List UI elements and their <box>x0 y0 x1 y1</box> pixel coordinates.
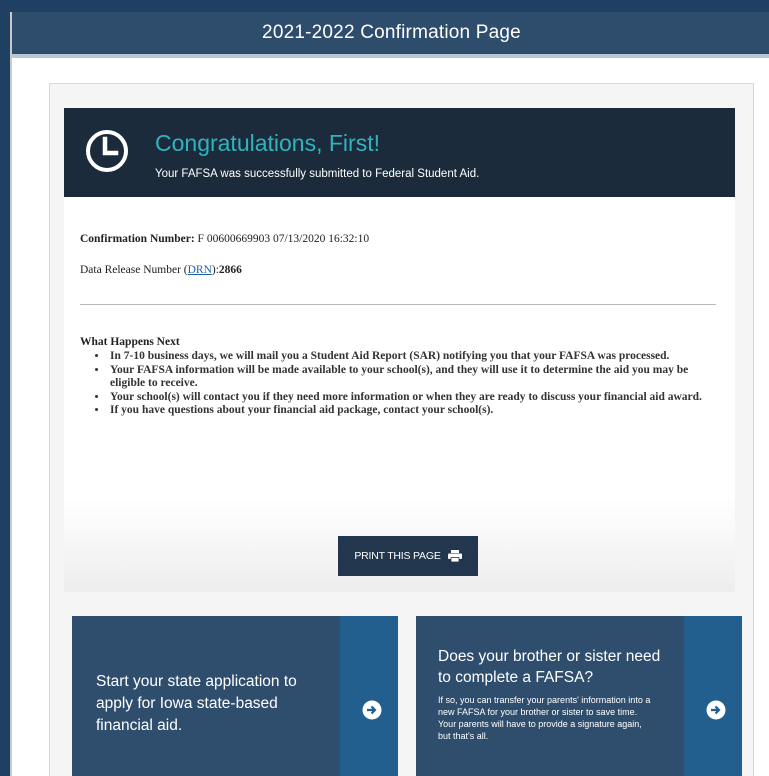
sibling-fafsa-heading: Does your brother or sister need to comp… <box>438 648 661 686</box>
confirmation-content: Congratulations, First! Your FAFSA was s… <box>49 83 754 776</box>
list-item: Your FAFSA information will be made avai… <box>108 364 726 391</box>
data-release-number: Data Release Number (DRN):2866 <box>80 264 242 276</box>
drn-value: 2866 <box>218 264 242 276</box>
state-application-card[interactable]: Start your state application to apply fo… <box>72 616 398 776</box>
print-page-button[interactable]: PRINT THIS PAGE <box>338 536 478 576</box>
print-button-label: PRINT THIS PAGE <box>354 550 441 562</box>
arrow-right-circle-icon[interactable] <box>706 700 726 720</box>
list-item: In 7-10 business days, we will mail you … <box>108 350 726 364</box>
confirmation-number-label: Confirmation Number: <box>80 233 195 245</box>
clock-icon <box>86 130 128 172</box>
drn-prefix: Data Release Number ( <box>80 264 188 276</box>
page-title: 2021-2022 Confirmation Page <box>262 22 521 43</box>
printer-icon <box>447 550 462 562</box>
sibling-fafsa-description: If so, you can transfer your parents' in… <box>438 695 651 741</box>
what-happens-next-heading: What Happens Next <box>80 336 180 348</box>
card-accent-stripe <box>684 616 742 776</box>
drn-suffix: ): <box>211 264 219 276</box>
drn-link[interactable]: DRN <box>188 264 212 276</box>
congratulations-heading: Congratulations, First! <box>155 130 380 156</box>
card-accent-stripe <box>340 616 398 776</box>
congratulations-banner: Congratulations, First! Your FAFSA was s… <box>64 108 735 197</box>
list-item: If you have questions about your financi… <box>108 404 726 418</box>
confirmation-details: Confirmation Number: F 00600669903 07/13… <box>64 197 735 592</box>
confirmation-number-value: F 00600669903 07/13/2020 16:32:10 <box>194 233 370 245</box>
page-header: 2021-2022 Confirmation Page <box>12 12 769 58</box>
submission-message: Your FAFSA was successfully submitted to… <box>155 168 480 180</box>
arrow-right-circle-icon[interactable] <box>362 700 382 720</box>
state-application-text: Start your state application to apply fo… <box>96 673 297 734</box>
confirmation-number: Confirmation Number: F 00600669903 07/13… <box>80 233 369 245</box>
sibling-fafsa-card[interactable]: Does your brother or sister need to comp… <box>416 616 742 776</box>
next-steps-list: In 7-10 business days, we will mail you … <box>108 350 726 418</box>
list-item: Your school(s) will contact you if they … <box>108 391 726 405</box>
divider <box>80 304 716 305</box>
confirmation-page: 2021-2022 Confirmation Page Congratulati… <box>10 12 769 776</box>
